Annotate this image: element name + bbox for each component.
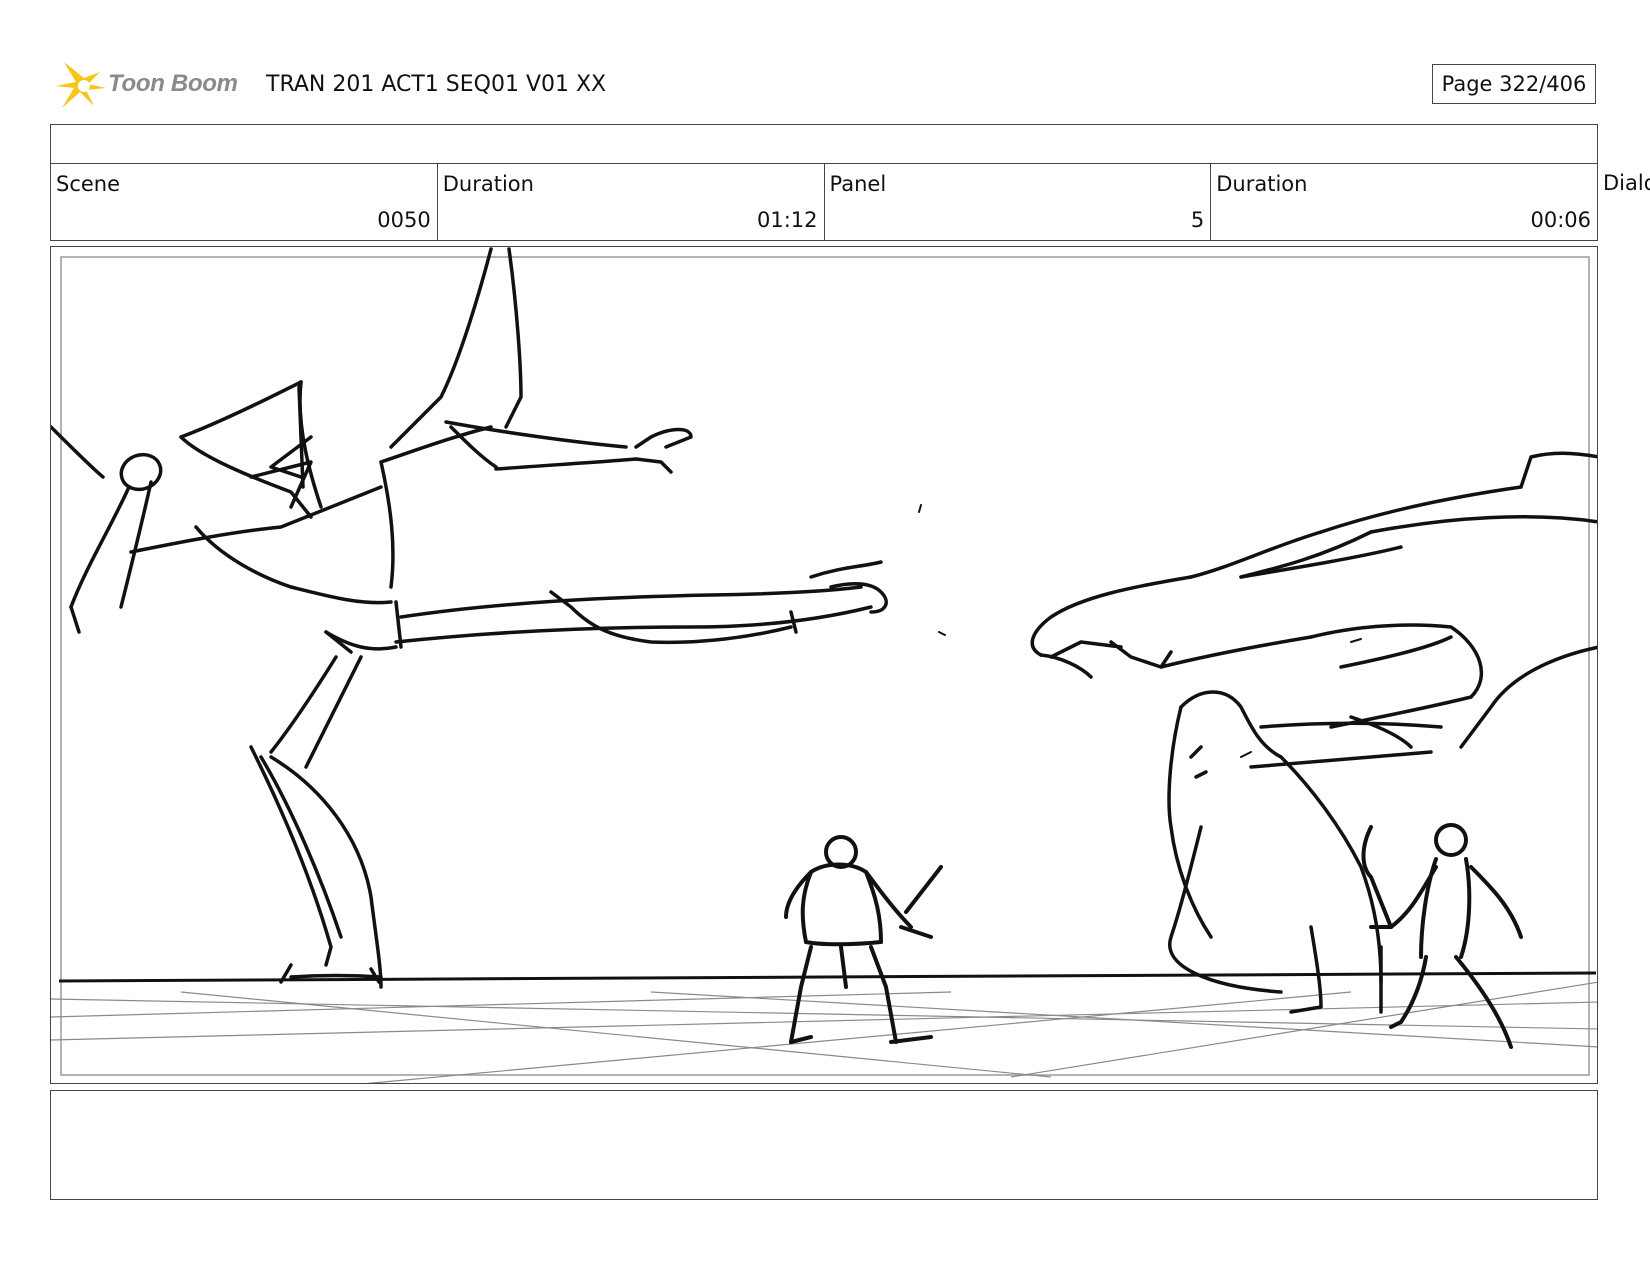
scene-duration-cell: Duration 01:12 [438,164,825,240]
scene-label: Scene [56,172,121,196]
scene-duration-value: 01:12 [756,208,818,232]
scene-value: 0050 [377,208,431,232]
human-figure-right [1361,823,1523,1049]
storyboard-sketch [51,247,1597,1083]
dialog-column-label: Dialo [1603,171,1650,195]
top-strip [50,124,1598,164]
giant-robot-right [1030,451,1597,1014]
giant-robot-left [51,247,888,989]
panel-value: 5 [1190,208,1205,232]
page-indicator: Page 322/406 [1432,64,1596,104]
floor-grid [51,981,1597,1083]
panel-label: Panel [829,172,887,196]
logo-text: Toon Boom [108,70,238,97]
scene-duration-label: Duration [442,172,534,196]
panel-duration-value: 00:06 [1530,208,1591,232]
scene-cell: Scene 0050 [51,164,438,240]
panel-duration-cell: Duration 00:06 [1211,164,1597,240]
panel-notes-box [50,1090,1598,1200]
human-figure-center [784,835,943,1044]
impact-marks [918,504,1362,758]
panel-cell: Panel 5 [825,164,1212,240]
document-title: TRAN 201 ACT1 SEQ01 V01 XX [266,72,607,97]
panel-duration-label: Duration [1216,172,1308,196]
storyboard-panel [50,246,1598,1084]
scene-info-row: Scene 0050 Duration 01:12 Panel 5 Durati… [50,163,1598,241]
